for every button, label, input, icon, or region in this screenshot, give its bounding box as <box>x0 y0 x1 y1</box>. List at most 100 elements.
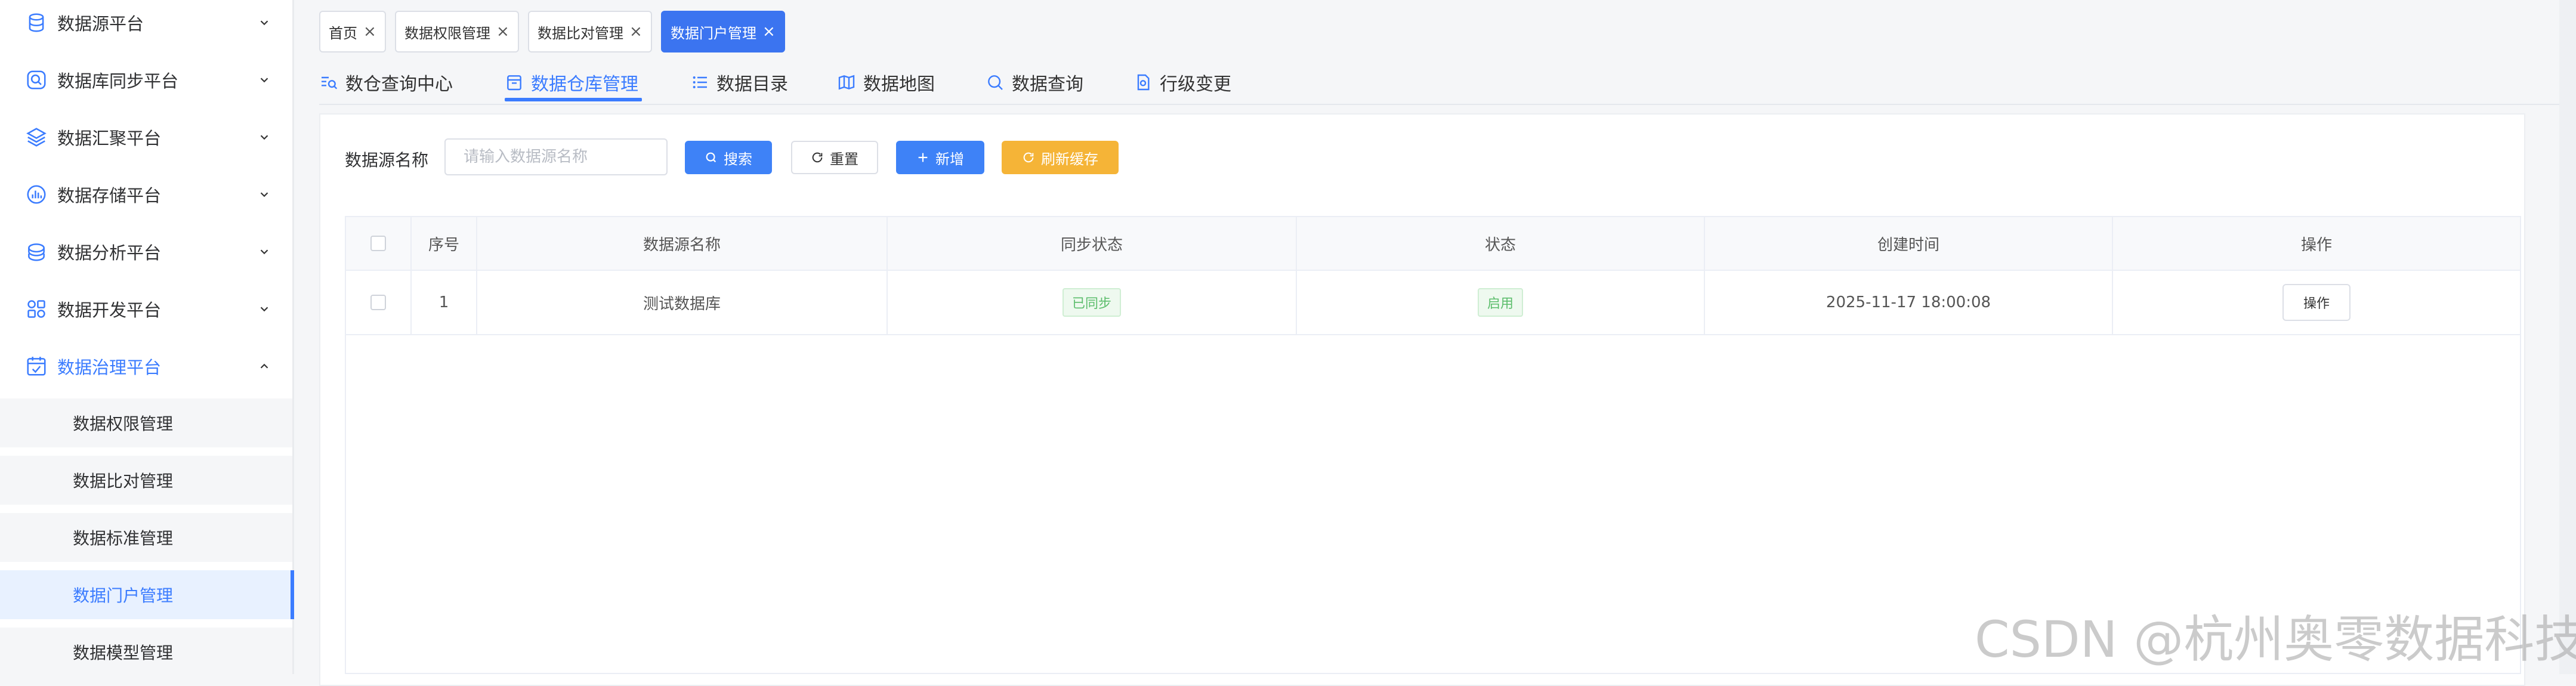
add-button[interactable]: 新增 <box>896 141 984 174</box>
catalog-list-icon <box>693 76 707 88</box>
sidebar-item-data-analysis[interactable]: 数据分析平台 <box>0 223 292 280</box>
grid-apps-icon <box>27 300 45 318</box>
row-status: 启用 <box>1297 271 1705 334</box>
table-header: 序号 数据源名称 同步状态 状态 创建时间 操作 <box>346 217 2520 271</box>
search-button[interactable]: 搜索 <box>685 141 772 174</box>
warehouse-box-icon <box>507 75 521 91</box>
row-select <box>346 271 412 334</box>
chevron-down-icon <box>260 192 268 197</box>
row-actions: 操作 <box>2113 271 2520 334</box>
map-icon <box>838 75 855 90</box>
tab-label: 数据目录 <box>716 74 788 95</box>
sidebar-subitem-permission[interactable]: 数据权限管理 <box>0 398 292 447</box>
sidebar-item-label: 数据分析平台 <box>57 243 162 263</box>
tab-row-change[interactable]: 行级变更 <box>1133 66 1231 99</box>
row-action-button[interactable]: 操作 <box>2282 284 2350 321</box>
sync-search-icon <box>27 70 46 89</box>
refresh-icon <box>812 152 823 163</box>
tag-permission[interactable]: 数据权限管理 × <box>395 11 519 52</box>
sidebar-subitem-label: 数据标准管理 <box>73 529 174 548</box>
analysis-icon <box>28 243 45 261</box>
column-header: 状态 <box>1297 217 1705 270</box>
tab-label: 数据地图 <box>863 74 935 95</box>
search-icon <box>988 75 1003 90</box>
tag-home[interactable]: 首页 × <box>319 11 386 52</box>
column-header: 数据源名称 <box>477 217 888 270</box>
close-icon[interactable]: × <box>629 23 643 41</box>
close-icon[interactable]: × <box>762 23 776 41</box>
storage-chart-icon <box>27 185 46 204</box>
add-button-label: 新增 <box>935 150 964 168</box>
status-badge: 启用 <box>1477 288 1523 317</box>
database-icon <box>29 13 44 32</box>
column-header: 创建时间 <box>1705 217 2113 270</box>
sidebar-subitem-label: 数据权限管理 <box>73 414 174 434</box>
sidebar-item-data-storage[interactable]: 数据存储平台 <box>0 166 292 223</box>
plus-icon <box>918 153 928 162</box>
tag-label: 数据权限管理 <box>404 24 490 42</box>
column-header: 操作 <box>2300 236 2332 254</box>
table-row: 1 测试数据库 已同步 启用 2025-11-17 18:00:08 操作 <box>346 271 2520 335</box>
sidebar-item-db-sync[interactable]: 数据库同步平台 <box>0 51 292 109</box>
row-checkbox[interactable] <box>370 295 386 310</box>
query-list-icon <box>322 76 338 89</box>
chevron-down-icon <box>260 249 268 255</box>
sidebar-item-label: 数据治理平台 <box>57 357 162 378</box>
sidebar-item-label: 数据开发平台 <box>57 300 162 320</box>
refresh-cache-button-label: 刷新缓存 <box>1041 150 1098 168</box>
sidebar-item-label: 数据源平台 <box>57 14 144 34</box>
tag-portal[interactable]: 数据门户管理 × <box>661 11 785 52</box>
sidebar-subitem-label: 数据比对管理 <box>73 471 174 491</box>
sidebar-item-data-aggregation[interactable]: 数据汇聚平台 <box>0 109 292 166</box>
search-button-label: 搜索 <box>724 150 752 168</box>
sidebar-item-data-development[interactable]: 数据开发平台 <box>0 280 292 338</box>
sidebar-subitem-compare[interactable]: 数据比对管理 <box>0 456 292 505</box>
tab-label: 数据查询 <box>1012 74 1083 95</box>
sidebar-item-data-source[interactable]: 数据源平台 <box>0 0 292 51</box>
sidebar-item-label: 数据存储平台 <box>57 186 162 206</box>
row-created-time: 2025-11-17 18:00:08 <box>1705 271 2113 334</box>
close-icon[interactable]: × <box>363 23 376 41</box>
column-header: 同步状态 <box>888 217 1297 270</box>
tab-label: 数仓查询中心 <box>345 74 453 95</box>
search-icon <box>706 152 716 163</box>
scrollbar[interactable] <box>2559 0 2576 674</box>
tab-query-center[interactable]: 数仓查询中心 <box>319 66 453 99</box>
row-datasource-name: 测试数据库 <box>477 271 888 334</box>
row-index: 1 <box>412 271 477 334</box>
document-change-icon <box>1137 74 1150 91</box>
chevron-down-icon <box>260 20 268 26</box>
sidebar-subitem-portal[interactable]: 数据门户管理 <box>0 570 294 619</box>
tab-data-map[interactable]: 数据地图 <box>837 66 935 99</box>
layers-icon <box>26 128 47 147</box>
watermark: CSDN @杭州奥零数据科技 <box>1975 610 2576 669</box>
tab-data-query[interactable]: 数据查询 <box>986 66 1083 99</box>
sidebar-item-label: 数据库同步平台 <box>57 71 179 91</box>
governance-calendar-icon <box>27 357 46 376</box>
tab-catalog[interactable]: 数据目录 <box>690 66 788 99</box>
tab-label: 行级变更 <box>1160 74 1231 95</box>
reset-button-label: 重置 <box>830 150 858 168</box>
reset-button[interactable]: 重置 <box>791 141 878 174</box>
column-header: 序号 <box>412 217 477 270</box>
chevron-up-icon <box>260 363 268 369</box>
tab-warehouse[interactable]: 数据仓库管理 <box>505 66 638 99</box>
select-all-checkbox[interactable] <box>370 236 386 251</box>
sidebar-item-data-governance[interactable]: 数据治理平台 <box>0 338 292 395</box>
close-icon[interactable]: × <box>496 23 509 41</box>
tag-label: 数据比对管理 <box>538 24 623 42</box>
tag-label: 数据门户管理 <box>671 24 756 42</box>
tab-label: 数据仓库管理 <box>531 74 638 95</box>
sidebar-subitem-standard[interactable]: 数据标准管理 <box>0 513 292 562</box>
sidebar: 数据源平台 数据库同步平台 数据汇聚平台 数据存储平台 数据分析平台 数据开发平… <box>0 0 294 676</box>
tag-label: 首页 <box>329 24 357 42</box>
active-tab-indicator <box>505 98 642 101</box>
sidebar-subitem-model[interactable]: 数据模型管理 <box>0 628 292 676</box>
datasource-name-input[interactable] <box>444 138 668 175</box>
tag-compare[interactable]: 数据比对管理 × <box>528 11 652 52</box>
sync-status-badge: 已同步 <box>1062 288 1121 317</box>
refresh-cache-button[interactable]: 刷新缓存 <box>1002 141 1119 174</box>
refresh-icon <box>1023 152 1034 163</box>
row-sync-status: 已同步 <box>888 271 1297 334</box>
sidebar-subitem-label: 数据门户管理 <box>73 586 174 605</box>
